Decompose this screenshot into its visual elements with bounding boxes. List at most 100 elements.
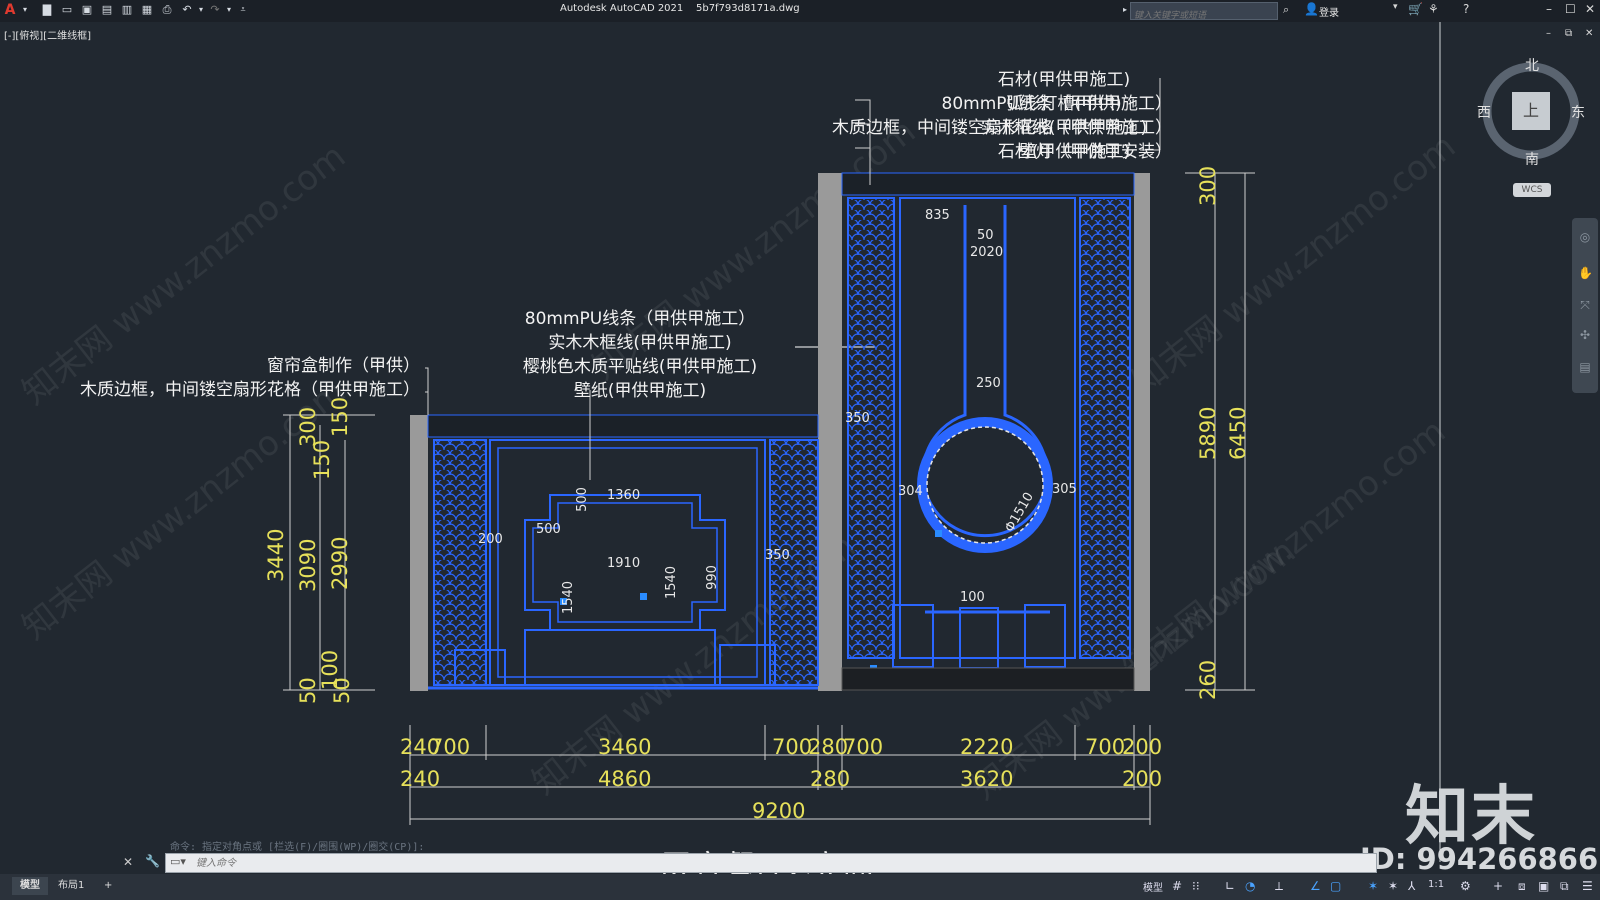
- dimension-text: 700: [430, 735, 471, 759]
- dimension-text: 6450: [1226, 406, 1250, 460]
- floor-section: [841, 667, 1135, 691]
- add-layout-button[interactable]: +: [96, 877, 120, 895]
- middle-wall-column: [818, 173, 842, 691]
- tab-model[interactable]: 模型: [12, 877, 48, 895]
- annotation-scale-icon[interactable]: ⅄: [1408, 879, 1415, 893]
- workspace-gear-icon[interactable]: ⚙: [1460, 879, 1471, 893]
- pan-icon[interactable]: ✋: [1578, 266, 1593, 280]
- inner-dimension: 304: [898, 484, 923, 499]
- arc-light-trough: [926, 426, 1044, 544]
- inner-dimension: 1540: [664, 565, 680, 600]
- dimension-text: 200: [1122, 735, 1163, 759]
- grip-point: [640, 593, 647, 600]
- dimension-text: 2990: [328, 536, 352, 590]
- grip-point: [935, 530, 942, 537]
- grid-icon[interactable]: #: [1172, 879, 1182, 893]
- dimension-text: 280: [810, 767, 851, 791]
- wcs-menu[interactable]: WCS: [1513, 183, 1551, 197]
- annotation-text: 木质边框，中间镂空扇形花格（甲供甲施工）: [80, 380, 420, 400]
- dimension-text: 3460: [598, 735, 652, 759]
- inner-dimension: 990: [704, 565, 720, 590]
- annotation-visibility-icon[interactable]: ✶: [1368, 879, 1378, 893]
- auto-scale-icon[interactable]: ✶: [1388, 879, 1398, 893]
- object-snap-icon[interactable]: ▢: [1330, 879, 1341, 893]
- viewcube-top-face[interactable]: 上: [1512, 92, 1550, 130]
- annotation-text: 壁纸(甲供甲施工): [573, 381, 707, 401]
- annotation-text: 石材(甲供甲施工): [997, 70, 1131, 90]
- steering-wheel-icon[interactable]: ◎: [1578, 230, 1592, 244]
- annotation-text: 80mmPU线条（甲供甲施工）: [524, 309, 756, 329]
- right-right-screen: [1079, 197, 1131, 659]
- snap-mode-icon[interactable]: ⁝⁝: [1192, 879, 1200, 893]
- tab-layout1[interactable]: 布局1: [50, 877, 92, 895]
- annotation-text: 实木木框线(甲供甲施工): [548, 333, 732, 353]
- annotation-group-mid: 80mmPU线条（甲供甲施工） 实木木框线(甲供甲施工) 樱桃色木质平贴线(甲供…: [490, 307, 790, 403]
- left-ceiling-band: [427, 414, 819, 438]
- compass-west[interactable]: 西: [1477, 102, 1491, 122]
- annotation-group-left: 窗帘盒制作（甲供） 木质边框，中间镂空扇形花格（甲供甲施工）: [80, 354, 420, 402]
- dimension-text: 260: [1196, 659, 1220, 700]
- inner-dimension: 250: [976, 376, 1001, 391]
- annotation-group-right: 石材(甲供甲施工) 弧形灯槽(甲供) 实木框线(甲供甲施工) 石材(甲供甲施工): [960, 68, 1168, 164]
- isolate-objects-icon[interactable]: ⧈: [1518, 879, 1526, 894]
- moon-gate-frame: [899, 197, 1076, 659]
- command-input[interactable]: [194, 855, 1098, 871]
- inner-dimension: 500: [574, 487, 590, 512]
- armchair-right: [719, 644, 776, 686]
- annotation-text: 石材(甲供甲施工): [997, 142, 1131, 162]
- dimension-text: 200: [1122, 767, 1163, 791]
- command-line[interactable]: ▭▾: [165, 853, 1377, 873]
- dimension-text: 50: [330, 677, 354, 704]
- compass-north[interactable]: 北: [1525, 55, 1539, 75]
- inner-dimension: 350: [845, 411, 870, 426]
- polar-tracking-icon[interactable]: ◔: [1245, 879, 1255, 893]
- model-space-button[interactable]: 模型: [1143, 879, 1163, 894]
- command-prompt-icon[interactable]: ▭▾: [170, 855, 186, 868]
- plus-icon[interactable]: +: [1493, 879, 1503, 893]
- zoom-extents-icon[interactable]: ⤧: [1578, 298, 1592, 312]
- status-bar: 模型 布局1 + 模型 # ⁝⁝ ∟ ◔ ⟂ ∠ ▢ ✶ ✶ ⅄ 1:1 ⚙ +…: [0, 874, 1600, 900]
- dimension-text: 50: [296, 677, 320, 704]
- viewcube[interactable]: 北 南 东 西 上: [1475, 55, 1585, 168]
- inner-dimension: 350: [765, 548, 790, 563]
- cad-drawing-canvas[interactable]: [0, 0, 1600, 900]
- dimension-text: 150: [328, 396, 352, 437]
- left-elevation: [410, 173, 842, 691]
- annotation-scale-value[interactable]: 1:1: [1428, 879, 1444, 890]
- left-wall-column: [410, 415, 428, 691]
- inner-dimension: 1360: [607, 488, 641, 503]
- right-ceiling-band: [841, 172, 1135, 196]
- left-panel-screen: [433, 439, 487, 686]
- dimension-text: 3440: [264, 528, 288, 582]
- right-left-screen: [847, 197, 895, 659]
- compass-south[interactable]: 南: [1525, 149, 1539, 169]
- wrench-icon[interactable]: 🔧: [145, 854, 160, 868]
- dimension-text: 700: [843, 735, 884, 759]
- close-icon[interactable]: ✕: [123, 855, 133, 869]
- customization-menu-icon[interactable]: ☰: [1582, 879, 1593, 893]
- isometric-icon[interactable]: ⟂: [1275, 879, 1283, 894]
- annotation-text: 樱桃色木质平贴线(甲供甲施工): [522, 357, 758, 377]
- hardware-acceleration-icon[interactable]: ▣: [1538, 879, 1549, 893]
- brand-id-text: ID: 994266866: [1360, 842, 1599, 876]
- showmotion-icon[interactable]: ▤: [1578, 360, 1592, 374]
- object-snap-tracking-icon[interactable]: ∠: [1310, 879, 1321, 893]
- compass-east[interactable]: 东: [1571, 102, 1585, 122]
- navigation-bar: ◎ ✋ ⤧ ✣ ▤: [1572, 218, 1598, 393]
- inner-dimension: 835: [925, 208, 950, 223]
- right-wall-column: [1134, 173, 1150, 691]
- annotation-text: 弧形灯槽(甲供): [1006, 94, 1122, 114]
- command-history: 命令: 指定对角点或 [栏选(F)/圈围(WP)/圈交(CP)]:: [170, 842, 425, 853]
- moon-gate-circle: [917, 417, 1053, 553]
- annotation-text: 窗帘盒制作（甲供）: [267, 356, 420, 376]
- dimension-text: 2220: [960, 735, 1014, 759]
- dimension-text: 150: [310, 439, 334, 480]
- ortho-icon[interactable]: ∟: [1225, 879, 1235, 893]
- orbit-icon[interactable]: ✣: [1578, 328, 1592, 342]
- inner-dimension: 1540: [561, 580, 577, 615]
- inner-dimension: 500: [536, 522, 561, 537]
- clean-screen-icon[interactable]: ⧉: [1560, 879, 1569, 894]
- dimension-text: 300: [1196, 165, 1220, 206]
- inner-dimension: 2020: [970, 245, 1004, 260]
- dimension-total-text: 9200: [752, 799, 806, 823]
